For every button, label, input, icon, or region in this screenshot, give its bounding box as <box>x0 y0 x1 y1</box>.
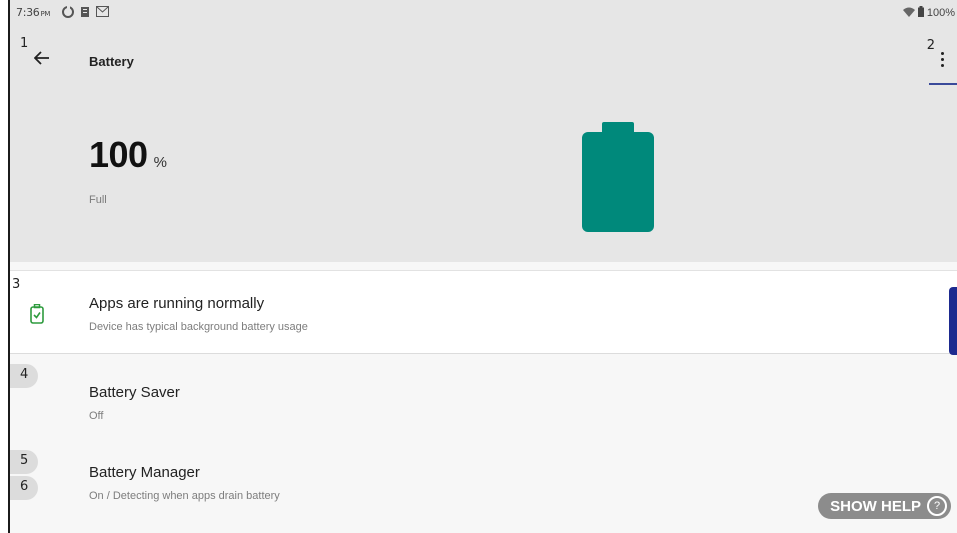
clipboard-icon <box>80 6 90 21</box>
clock-time: 7:36 <box>16 6 40 19</box>
apps-status-subtitle: Device has typical background battery us… <box>89 321 308 333</box>
battery-settings-screen: 7:36PM 100% 1 Battery 2 100 % Full 3 App… <box>8 0 957 533</box>
help-icon: ? <box>927 496 947 516</box>
overlay-badge-6: 6 <box>10 476 38 500</box>
wifi-icon <box>902 7 915 20</box>
back-arrow-icon <box>34 51 49 65</box>
battery-percent-display: 100 % <box>89 134 167 176</box>
battery-saver-subtitle: Off <box>89 410 104 422</box>
more-vert-icon <box>940 51 944 55</box>
battery-saver-title: Battery Saver <box>89 384 180 401</box>
clock-ampm: PM <box>40 10 51 18</box>
battery-manager-subtitle: On / Detecting when apps drain battery <box>89 490 280 502</box>
show-help-label: SHOW HELP <box>830 497 921 515</box>
battery-manager-item[interactable]: 5 6 Battery Manager On / Detecting when … <box>10 440 957 533</box>
battery-header: 1 Battery 2 100 % Full <box>10 26 957 262</box>
status-battery-percent: 100% <box>926 7 955 19</box>
status-time: 7:36PM <box>16 6 50 19</box>
battery-ok-icon <box>30 303 44 329</box>
focus-indicator <box>929 83 957 85</box>
battery-status-label: Full <box>89 194 107 206</box>
overlay-badge-3: 3 <box>12 277 21 292</box>
status-right-group: 100% <box>902 6 955 20</box>
battery-status-icon <box>917 6 924 20</box>
sync-icon <box>62 6 74 21</box>
battery-saver-item[interactable]: 4 Battery Saver Off <box>10 354 957 440</box>
overlay-badge-5: 5 <box>10 450 38 474</box>
apps-status-title: Apps are running normally <box>89 295 265 312</box>
page-title: Battery <box>89 54 134 69</box>
battery-percent-unit: % <box>153 154 167 171</box>
overlay-badge-4: 4 <box>10 364 38 388</box>
show-help-button[interactable]: SHOW HELP ? <box>818 493 951 519</box>
status-bar: 7:36PM 100% <box>10 0 957 26</box>
apps-status-card[interactable]: 3 Apps are running normally Device has t… <box>10 270 957 355</box>
side-panel-tab[interactable] <box>949 287 957 355</box>
large-battery-icon <box>580 120 656 239</box>
battery-percent-value: 100 <box>89 134 148 175</box>
back-button[interactable] <box>30 46 54 70</box>
overlay-badge-1: 1 <box>20 36 29 51</box>
more-options-button[interactable] <box>933 46 951 72</box>
battery-manager-title: Battery Manager <box>89 464 200 481</box>
gmail-icon <box>96 6 109 20</box>
